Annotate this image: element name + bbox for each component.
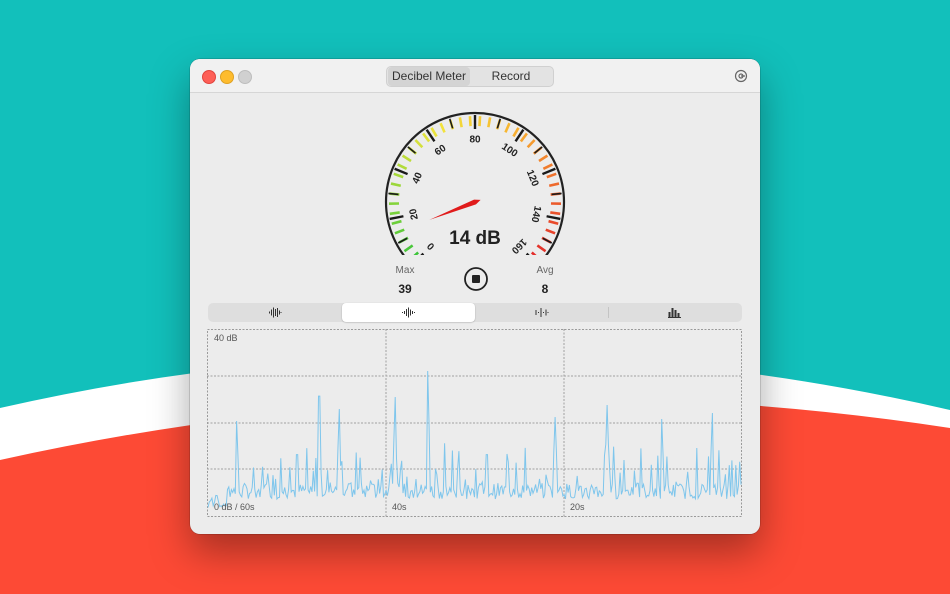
gauge-major-tick: [546, 215, 561, 221]
gauge-mid-tick: [534, 146, 543, 154]
gauge-minor-tick: [538, 154, 549, 163]
gauge-minor-tick: [430, 127, 438, 138]
gauge-minor-tick: [414, 139, 424, 149]
graph-time-label: 20s: [570, 502, 585, 512]
gauge-minor-tick: [542, 163, 553, 171]
gauge-tick-label: 100: [499, 141, 519, 160]
gauge-tick-label: 60: [433, 143, 449, 159]
decibel-reading: 14 dB: [449, 228, 501, 249]
gauge-minor-tick: [530, 251, 537, 255]
gauge-minor-tick: [439, 122, 446, 133]
waveform-sparse-icon: [535, 308, 548, 317]
gauge-minor-tick: [512, 127, 520, 138]
gauge-minor-tick: [397, 163, 408, 171]
gauge-minor-tick: [389, 211, 400, 216]
bar-chart-icon: [668, 308, 681, 318]
graph-time-label: 40s: [392, 502, 407, 512]
gauge-minor-tick: [458, 117, 463, 128]
gauge-minor-tick: [487, 117, 492, 128]
waveform-icon: [268, 307, 281, 318]
gauge-minor-tick: [504, 122, 511, 133]
gauge-tick-label: 40: [411, 171, 426, 186]
gauge-tick-label: 160: [509, 236, 529, 255]
gauge-mid-tick: [407, 146, 416, 154]
mode-tab-control: Decibel Meter Record: [386, 66, 554, 87]
gauge-minor-tick: [526, 139, 536, 149]
gauge-tick-label: 120: [524, 169, 541, 189]
gauge-mid-tick: [397, 237, 408, 244]
minimize-window-button[interactable]: [220, 70, 234, 84]
decibel-gauge: 0 20 40 60 80 100 120 140160 14 dB: [384, 111, 566, 255]
gauge-minor-tick: [519, 132, 528, 143]
gauge-minor-tick: [391, 219, 402, 225]
gauge-tick-label: 0: [425, 240, 437, 252]
tab-decibel-meter[interactable]: Decibel Meter: [388, 67, 470, 86]
gauge-minor-tick: [545, 228, 556, 235]
gauge-minor-tick: [401, 154, 412, 163]
zoom-window-button[interactable]: [238, 70, 252, 84]
gauge-tick-label: 20: [408, 207, 421, 220]
stop-icon[interactable]: [463, 266, 489, 292]
gauge-minor-tick: [403, 244, 414, 253]
gauge-mid-tick: [551, 192, 562, 196]
view-mode-bar-chart[interactable]: [608, 303, 741, 322]
gauge-minor-tick: [550, 211, 561, 216]
waveform-wide-icon: [401, 307, 415, 318]
gauge-minor-tick: [390, 182, 402, 187]
gauge-mid-tick: [388, 192, 399, 196]
gauge-minor-tick: [478, 116, 482, 127]
gauge-minor-tick: [393, 172, 404, 179]
gauge-minor-tick: [394, 228, 405, 235]
avg-label: Avg: [536, 265, 554, 276]
gauge-tick-label: 80: [469, 135, 481, 146]
view-mode-waveform-wide[interactable]: [342, 303, 475, 322]
gauge-minor-tick: [536, 244, 547, 253]
gauge-minor-tick: [468, 116, 472, 127]
gauge-tick-label: 140: [529, 205, 543, 224]
gauge-needle: [429, 199, 481, 220]
view-mode-waveform[interactable]: [208, 303, 341, 322]
titlebar: Decibel Meter Record: [190, 59, 760, 93]
gauge-minor-tick: [546, 172, 557, 179]
app-window: Decibel Meter Record 0 20 40 60 80 100 120 140 1…: [190, 59, 760, 534]
close-window-button[interactable]: [202, 70, 216, 84]
graph-top-label: 40 dB: [214, 333, 238, 343]
graph-bottom-left-label: 0 dB / 60s: [214, 502, 255, 512]
max-value: 39: [398, 282, 412, 296]
view-mode-control: [208, 303, 742, 322]
level-history-graph: [207, 329, 742, 517]
gauge-minor-tick: [548, 219, 559, 225]
avg-value: 8: [541, 282, 549, 296]
gauge-minor-tick: [422, 132, 431, 143]
gauge-minor-tick: [548, 182, 560, 187]
tab-record[interactable]: Record: [470, 67, 552, 86]
max-label: Max: [395, 265, 415, 276]
gauge-major-tick: [389, 215, 404, 221]
gauge-minor-tick: [413, 251, 420, 255]
gauge-mid-tick: [542, 237, 553, 244]
gear-icon[interactable]: [734, 69, 748, 83]
view-mode-waveform-sparse[interactable]: [475, 303, 608, 322]
